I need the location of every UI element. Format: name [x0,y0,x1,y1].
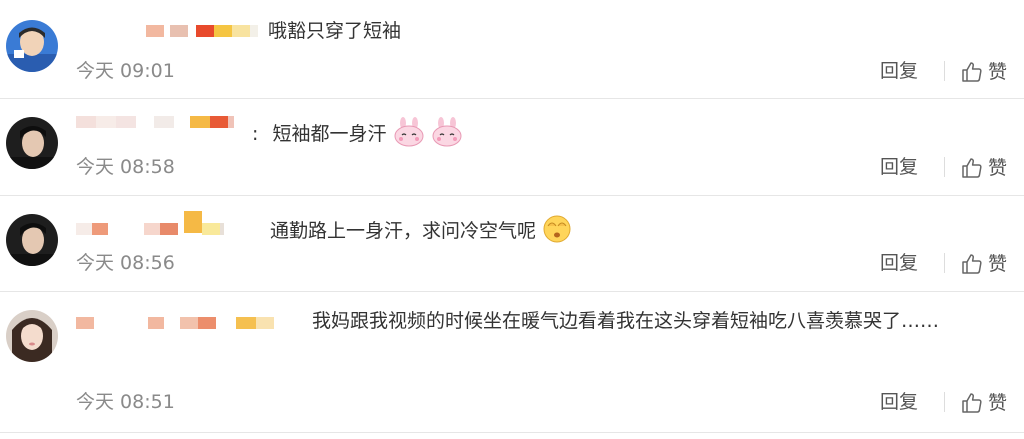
like-label: 赞 [988,157,1008,179]
avatar[interactable] [6,310,58,362]
comment-text: 哦豁只穿了短袖 [268,20,401,42]
thumbs-up-icon [960,156,984,180]
like-button[interactable]: 赞 [960,391,1007,415]
comment-text: : 短袖都一身汗 [252,117,463,152]
comment-text: 通勤路上一身汗，求问冷空气呢 [270,214,572,249]
action-divider [944,61,945,81]
divider [0,432,1024,433]
avatar[interactable] [6,20,58,72]
username-masked[interactable] [76,20,258,42]
bunny-emoji-icon [393,117,425,152]
reply-button[interactable]: 回复 [880,156,918,178]
action-divider [944,157,945,177]
bunny-emoji-icon [431,117,463,152]
like-label: 赞 [988,392,1008,414]
reply-button[interactable]: 回复 [880,252,918,274]
thumbs-up-icon [960,252,984,276]
colon: : [252,123,259,145]
comment-text-content: 短袖都一身汗 [272,123,387,145]
comment-time: 今天 08:56 [76,252,175,274]
comment-text: 我妈跟我视频的时候坐在暖气边看着我在这头穿着短袖吃八喜羡慕哭了…… [76,301,976,341]
like-button[interactable]: 赞 [960,252,1007,276]
avatar[interactable] [6,214,58,266]
username-masked[interactable] [76,111,234,133]
comment-time: 今天 08:51 [76,391,175,413]
comment-text-content: 通勤路上一身汗，求问冷空气呢 [270,220,537,242]
comment-item: 通勤路上一身汗，求问冷空气呢 今天 08:56 回复 赞 [0,196,1024,291]
like-button[interactable]: 赞 [960,156,1007,180]
comment-time: 今天 09:01 [76,60,175,82]
action-divider [944,392,945,412]
comment-item: 我妈跟我视频的时候坐在暖气边看着我在这头穿着短袖吃八喜羡慕哭了…… 今天 08:… [0,292,1024,439]
username-masked[interactable] [76,211,224,240]
reply-button[interactable]: 回复 [880,60,918,82]
like-button[interactable]: 赞 [960,60,1007,84]
comment-text-content: 我妈跟我视频的时候坐在暖气边看着我在这头穿着短袖吃八喜羡慕哭了…… [312,310,940,332]
thumbs-up-icon [960,391,984,415]
cover-face-emoji-icon [542,214,572,249]
thumbs-up-icon [960,60,984,84]
avatar[interactable] [6,117,58,169]
like-label: 赞 [988,61,1008,83]
comment-item: : 短袖都一身汗 今天 08:58 回复 赞 [0,99,1024,195]
action-divider [944,253,945,273]
reply-button[interactable]: 回复 [880,391,918,413]
comment-item: 哦豁只穿了短袖 今天 09:01 回复 赞 [0,0,1024,98]
comment-text-content: 哦豁只穿了短袖 [268,20,402,42]
like-label: 赞 [988,253,1008,275]
comment-time: 今天 08:58 [76,156,175,178]
